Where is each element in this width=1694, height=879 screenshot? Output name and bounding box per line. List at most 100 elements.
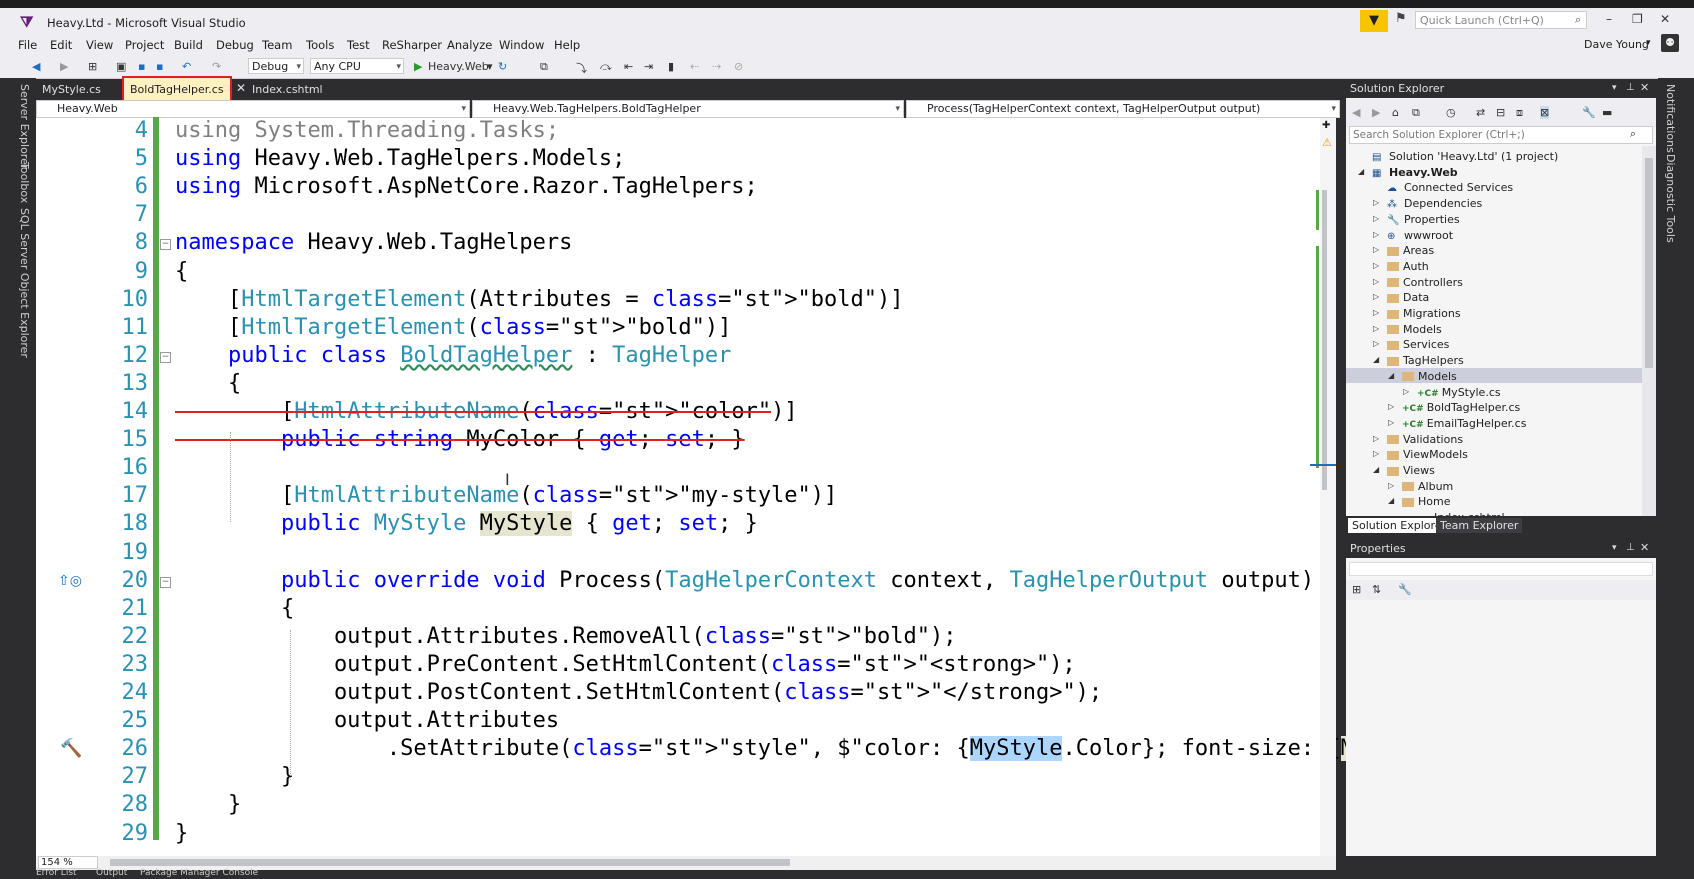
code-line[interactable]: public string MyColor { get; set; } [175,426,745,454]
expand-arrow-icon[interactable]: ▷ [1373,230,1379,239]
open-file-icon[interactable]: ▣ [116,60,126,73]
alphabetical-icon[interactable]: ⇅ [1372,583,1381,596]
avatar[interactable]: ⚉ [1661,34,1679,52]
start-debugging-icon[interactable]: ▶ [414,60,422,73]
undo-icon[interactable]: ↶ [182,60,191,73]
tree-item[interactable]: ☁ Connected Services [1387,180,1513,196]
expand-arrow-icon[interactable]: ▷ [1373,324,1379,333]
expand-arrow-icon[interactable]: ▷ [1373,214,1379,223]
code-line[interactable]: { [175,370,241,398]
tree-item[interactable]: ViewModels [1387,447,1468,462]
properties-object-dropdown[interactable] [1349,562,1653,576]
browser-link-icon[interactable]: ⧉ [540,60,548,74]
code-line[interactable]: [HtmlTargetElement(Attributes = class="s… [175,286,904,314]
menu-help[interactable]: Help [554,38,580,52]
se-back-icon[interactable]: ◀ [1352,106,1360,119]
notifications-tab[interactable]: Notifications [1664,84,1677,153]
tree-item[interactable]: ⊕ wwwroot [1387,228,1453,244]
server-explorer-tab[interactable]: Server Explorer [18,84,31,169]
collapse-arrow-icon[interactable]: ◢ [1373,465,1379,474]
props-menu-chevron-icon[interactable]: ▾ [1612,543,1617,553]
code-line[interactable]: { [175,595,294,623]
prev-bookmark-icon[interactable]: ⇠ [690,60,699,73]
tree-item[interactable]: Home [1402,494,1450,509]
code-line[interactable]: public MyStyle MyStyle { get; set; } [175,510,758,538]
props-close-icon[interactable]: ✕ [1640,541,1649,554]
tree-item[interactable]: +C# MyStyle.cs [1417,385,1501,402]
fold-toggle-icon[interactable]: − [160,351,171,363]
bookmark-icon[interactable]: ▮ [668,60,674,73]
expand-arrow-icon[interactable]: ▷ [1373,308,1379,317]
code-line[interactable]: { [175,258,188,286]
props-pin-icon[interactable]: ⊥ [1626,542,1635,553]
menu-resharper[interactable]: ReSharper [382,38,442,52]
vertical-scroll-thumb[interactable] [1322,190,1327,490]
quick-launch-input[interactable]: Quick Launch (Ctrl+Q) [1415,11,1587,29]
expand-arrow-icon[interactable]: ▷ [1388,481,1394,490]
forward-icon[interactable]: ▶ [60,60,68,73]
se-home-icon[interactable]: ⌂ [1392,106,1399,119]
solution-explorer-search-input[interactable]: Search Solution Explorer (Ctrl+;) [1349,126,1653,144]
se-sync-icon[interactable]: ⇄ [1476,106,1485,119]
menu-project[interactable]: Project [125,38,164,52]
tree-item[interactable]: ▦ Heavy.Web [1372,165,1458,181]
horizontal-scroll-thumb[interactable] [110,859,790,866]
tree-item[interactable]: Views [1387,463,1435,478]
solution-platform-dropdown[interactable]: Any CPU [310,58,404,75]
expand-arrow-icon[interactable]: ▷ [1373,339,1379,348]
code-line[interactable]: [HtmlAttributeName(class="st">"color")] [175,398,798,426]
output-tab[interactable]: Output [96,868,127,878]
tree-item[interactable]: Validations [1387,432,1463,447]
tree-item[interactable]: Data [1387,290,1429,305]
se-scroll-thumb[interactable] [1645,158,1653,368]
panel-pin-icon[interactable]: ⊥ [1626,82,1635,93]
se-pending-changes-icon[interactable]: ◷ [1446,106,1456,119]
tree-item[interactable]: Auth [1387,259,1429,274]
se-collapse-all-icon[interactable]: ⊟ [1496,106,1505,119]
code-line[interactable]: [HtmlTargetElement(class="st">"bold")] [175,314,731,342]
tab-solution-explorer[interactable]: Solution Explorer [1348,518,1451,533]
start-target-label[interactable]: Heavy.Web [428,60,489,73]
tree-item[interactable]: Migrations [1387,306,1461,321]
se-preview-selected-icon[interactable]: ▬ [1602,106,1612,119]
menu-edit[interactable]: Edit [50,38,72,52]
property-pages-icon[interactable]: 🔧 [1398,583,1412,596]
expand-arrow-icon[interactable]: ▷ [1373,449,1379,458]
next-bookmark-icon[interactable]: ⇢ [712,60,721,73]
tab-team-explorer[interactable]: Team Explorer [1436,518,1523,533]
new-project-icon[interactable]: ⊞ [88,60,97,73]
se-preview-icon[interactable]: ⊠ [1540,106,1550,119]
solution-config-dropdown[interactable]: Debug [248,58,304,75]
tree-item[interactable]: Album [1402,479,1453,494]
menu-view[interactable]: View [86,38,113,52]
redo-icon[interactable]: ↷ [212,60,221,73]
collapse-arrow-icon[interactable]: ◢ [1388,496,1394,505]
code-line[interactable]: public class BoldTagHelper : TagHelper [175,342,731,370]
menu-debug[interactable]: Debug [216,38,254,52]
expand-arrow-icon[interactable]: ▷ [1373,434,1379,443]
notification-flag-icon[interactable]: ⚑ [1395,11,1407,26]
user-name[interactable]: Dave Young [1584,38,1649,51]
sql-server-object-explorer-tab[interactable]: SQL Server Object Explorer [18,208,31,358]
indent-icon[interactable]: ⇥ [644,60,653,73]
refresh-icon[interactable]: ↻ [498,60,507,73]
menu-window[interactable]: Window [499,38,544,52]
tree-item[interactable]: ▤ Solution 'Heavy.Ltd' (1 project) [1372,149,1558,165]
maximize-button[interactable]: ❐ [1632,12,1643,26]
code-line[interactable]: output.Attributes [175,707,559,735]
tree-item[interactable]: Models [1387,322,1442,337]
panel-menu-chevron-icon[interactable]: ▾ [1612,83,1617,93]
se-switch-view-icon[interactable]: ⧉ [1412,106,1420,120]
tree-item[interactable]: +C# BoldTagHelper.cs [1402,400,1520,417]
user-chevron-icon[interactable]: ▾ [1646,38,1651,48]
clear-bookmarks-icon[interactable]: ⊘ [734,60,743,73]
tree-item[interactable]: Areas [1387,243,1434,258]
code-line[interactable]: public override void Process(TagHelperCo… [175,567,1314,595]
collapse-arrow-icon[interactable]: ◢ [1388,371,1394,380]
tree-item[interactable]: ⁂ Dependencies [1387,196,1482,212]
tree-item[interactable]: +C# EmailTagHelper.cs [1402,416,1526,433]
quick-actions-hammer-icon[interactable]: 🔨 [60,738,82,759]
code-line[interactable]: } [175,763,294,791]
expand-arrow-icon[interactable]: ▷ [1388,418,1394,427]
fold-toggle-icon[interactable]: − [160,239,171,251]
